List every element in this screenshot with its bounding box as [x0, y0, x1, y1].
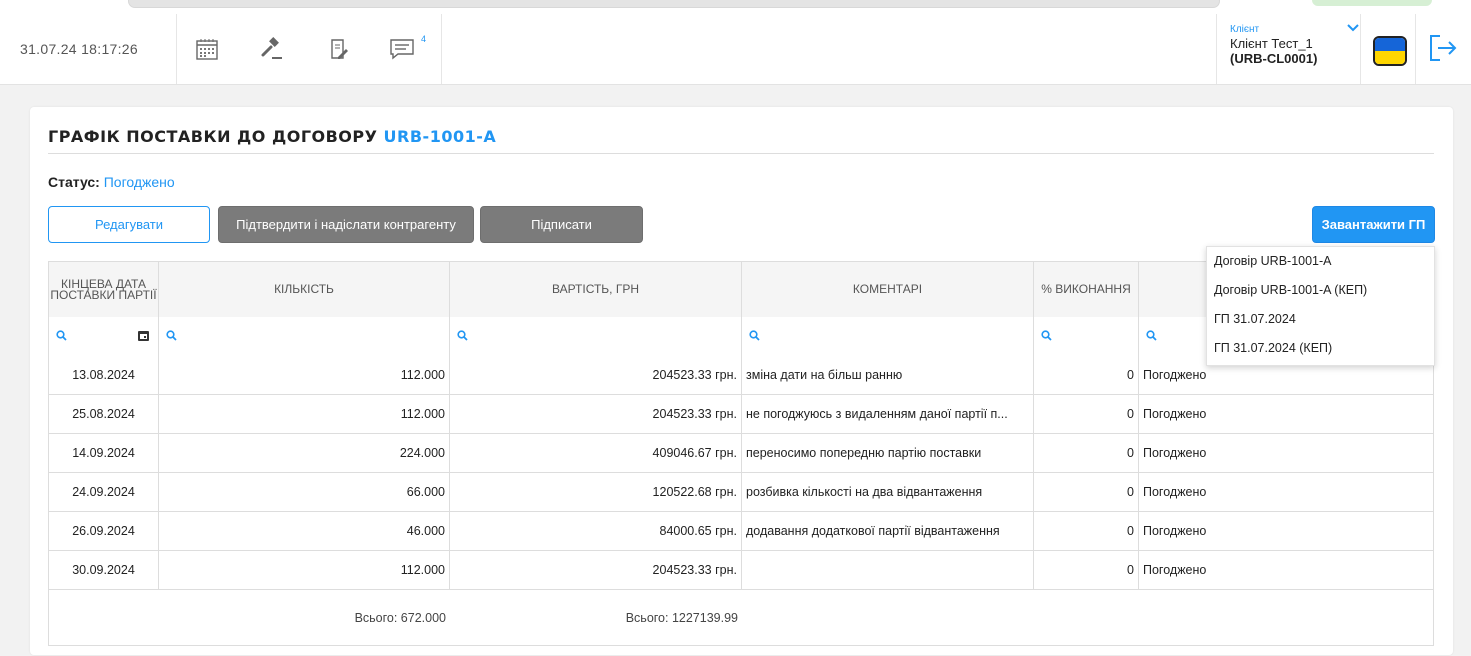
table-row[interactable]: 25.08.2024 112.000 204523.33 грн. не пог… [49, 395, 1433, 434]
logout-icon[interactable] [1428, 34, 1458, 67]
status-line: Статус: Погоджено [48, 174, 175, 190]
cell-completion: 0 [1034, 356, 1139, 394]
total-cost: Всього: 1227139.99 [625, 611, 738, 625]
search-icon [749, 330, 760, 341]
cell-cost: 409046.67 грн. [450, 434, 742, 472]
gavel-icon[interactable] [258, 35, 286, 63]
cell-completion: 0 [1034, 434, 1139, 472]
header-divider [176, 14, 177, 84]
cell-status: Погоджено [1143, 563, 1207, 577]
top-search-bar[interactable] [128, 0, 1220, 8]
messages-icon[interactable] [388, 35, 416, 63]
menu-item-schedule[interactable]: ГП 31.07.2024 [1207, 305, 1434, 334]
cell-cost: 204523.33 грн. [450, 356, 742, 394]
cell-status: Погоджено [1143, 485, 1207, 499]
calendar-picker-icon[interactable] [137, 329, 150, 342]
messages-badge: 4 [421, 34, 427, 44]
top-action-button[interactable] [1312, 0, 1432, 6]
column-header-cost[interactable]: ВАРТІСТЬ, ГРН [450, 262, 742, 317]
search-icon [457, 330, 468, 341]
download-menu: Договір URB-1001-A Договір URB-1001-A (К… [1206, 246, 1435, 366]
top-strip [0, 0, 1471, 14]
table-row[interactable]: 30.09.2024 112.000 204523.33 грн. 0 Пого… [49, 551, 1433, 590]
cell-quantity: 46.000 [159, 512, 450, 550]
cell-status: Погоджено [1143, 524, 1207, 538]
sign-button[interactable]: Підписати [480, 206, 643, 243]
total-quantity: Всього: 672.000 [354, 611, 446, 625]
cell-date: 26.09.2024 [49, 512, 159, 550]
page-title-text: ГРАФІК ПОСТАВКИ ДО ДОГОВОРУ [48, 127, 378, 146]
cell-quantity: 112.000 [159, 356, 450, 394]
column-header-completion[interactable]: % ВИКОНАННЯ [1034, 262, 1139, 317]
search-icon [166, 330, 177, 341]
confirm-send-button[interactable]: Підтвердити і надіслати контрагенту [218, 206, 474, 243]
cell-quantity: 66.000 [159, 473, 450, 511]
header-divider [1360, 14, 1361, 84]
column-header-end-date[interactable]: КІНЦЕВА ДАТА ПОСТАВКИ ПАРТІЇ [49, 262, 159, 317]
search-icon [1041, 330, 1052, 341]
column-header-comments[interactable]: КОМЕНТАРІ [742, 262, 1034, 317]
menu-item-contract[interactable]: Договір URB-1001-A [1207, 247, 1434, 276]
cell-completion: 0 [1034, 512, 1139, 550]
contract-code-link[interactable]: URB-1001-A [384, 127, 497, 146]
table-row[interactable]: 14.09.2024 224.000 409046.67 грн. перено… [49, 434, 1433, 473]
status-label: Статус: [48, 174, 100, 190]
search-icon [56, 330, 67, 341]
schedule-card: ГРАФІК ПОСТАВКИ ДО ДОГОВОРУ URB-1001-A С… [30, 107, 1453, 655]
cell-comment: розбивка кількості на два відвантаження [742, 473, 1034, 511]
column-header-quantity[interactable]: КІЛЬКІСТЬ [159, 262, 450, 317]
table-row[interactable]: 24.09.2024 66.000 120522.68 грн. розбивк… [49, 473, 1433, 512]
cell-comment: додавання додаткової партії відвантаженн… [742, 512, 1034, 550]
status-value: Погоджено [103, 174, 175, 190]
filter-end-date[interactable] [49, 317, 159, 356]
edit-button[interactable]: Редагувати [48, 206, 210, 243]
cell-date: 24.09.2024 [49, 473, 159, 511]
cell-comment [742, 551, 1034, 589]
filter-quantity[interactable] [159, 317, 450, 356]
cell-date: 25.08.2024 [49, 395, 159, 433]
cell-date: 13.08.2024 [49, 356, 159, 394]
cell-quantity: 112.000 [159, 395, 450, 433]
menu-item-contract-kep[interactable]: Договір URB-1001-A (КЕП) [1207, 276, 1434, 305]
divider [48, 153, 1434, 154]
header-divider [441, 14, 442, 84]
calendar-icon[interactable] [193, 35, 221, 63]
cell-cost: 84000.65 грн. [450, 512, 742, 550]
cell-quantity: 112.000 [159, 551, 450, 589]
cell-date: 14.09.2024 [49, 434, 159, 472]
menu-item-schedule-kep[interactable]: ГП 31.07.2024 (КЕП) [1207, 334, 1434, 363]
cell-cost: 120522.68 грн. [450, 473, 742, 511]
cell-cost: 204523.33 грн. [450, 551, 742, 589]
page-title: ГРАФІК ПОСТАВКИ ДО ДОГОВОРУ URB-1001-A [48, 127, 496, 146]
app-header: 31.07.24 18:17:26 4 Клієнт Клієнт Тест_1… [0, 14, 1471, 85]
search-icon [1146, 330, 1157, 341]
filter-comments[interactable] [742, 317, 1034, 356]
cell-status: Погоджено [1143, 407, 1207, 421]
header-divider [1415, 14, 1416, 84]
cell-comment: не погоджуюсь з видаленням даної партії … [742, 395, 1034, 433]
cell-date: 30.09.2024 [49, 551, 159, 589]
totals-row: Всього: 672.000 Всього: 1227139.99 [49, 592, 1433, 645]
header-divider [1216, 14, 1217, 84]
cell-quantity: 224.000 [159, 434, 450, 472]
cell-status: Погоджено [1143, 446, 1207, 460]
cell-completion: 0 [1034, 473, 1139, 511]
filter-completion[interactable] [1034, 317, 1139, 356]
cell-completion: 0 [1034, 395, 1139, 433]
cell-completion: 0 [1034, 551, 1139, 589]
filter-cost[interactable] [450, 317, 742, 356]
cell-comment: зміна дати на більш ранню [742, 356, 1034, 394]
ukraine-flag-icon[interactable] [1373, 36, 1407, 66]
cell-comment: переносимо попередню партію поставки [742, 434, 1034, 472]
client-selector[interactable]: Клієнт Клієнт Тест_1 (URB-CL0001) [1230, 24, 1359, 66]
chevron-down-icon[interactable] [1347, 24, 1359, 32]
client-name: Клієнт Тест_1 [1230, 36, 1313, 51]
client-code: (URB-CL0001) [1230, 51, 1318, 66]
current-datetime: 31.07.24 18:17:26 [20, 41, 138, 57]
table-row[interactable]: 26.09.2024 46.000 84000.65 грн. додаванн… [49, 512, 1433, 551]
client-label: Клієнт [1230, 24, 1260, 35]
download-button[interactable]: Завантажити ГП [1312, 206, 1435, 243]
cell-cost: 204523.33 грн. [450, 395, 742, 433]
document-edit-icon[interactable] [325, 35, 353, 63]
